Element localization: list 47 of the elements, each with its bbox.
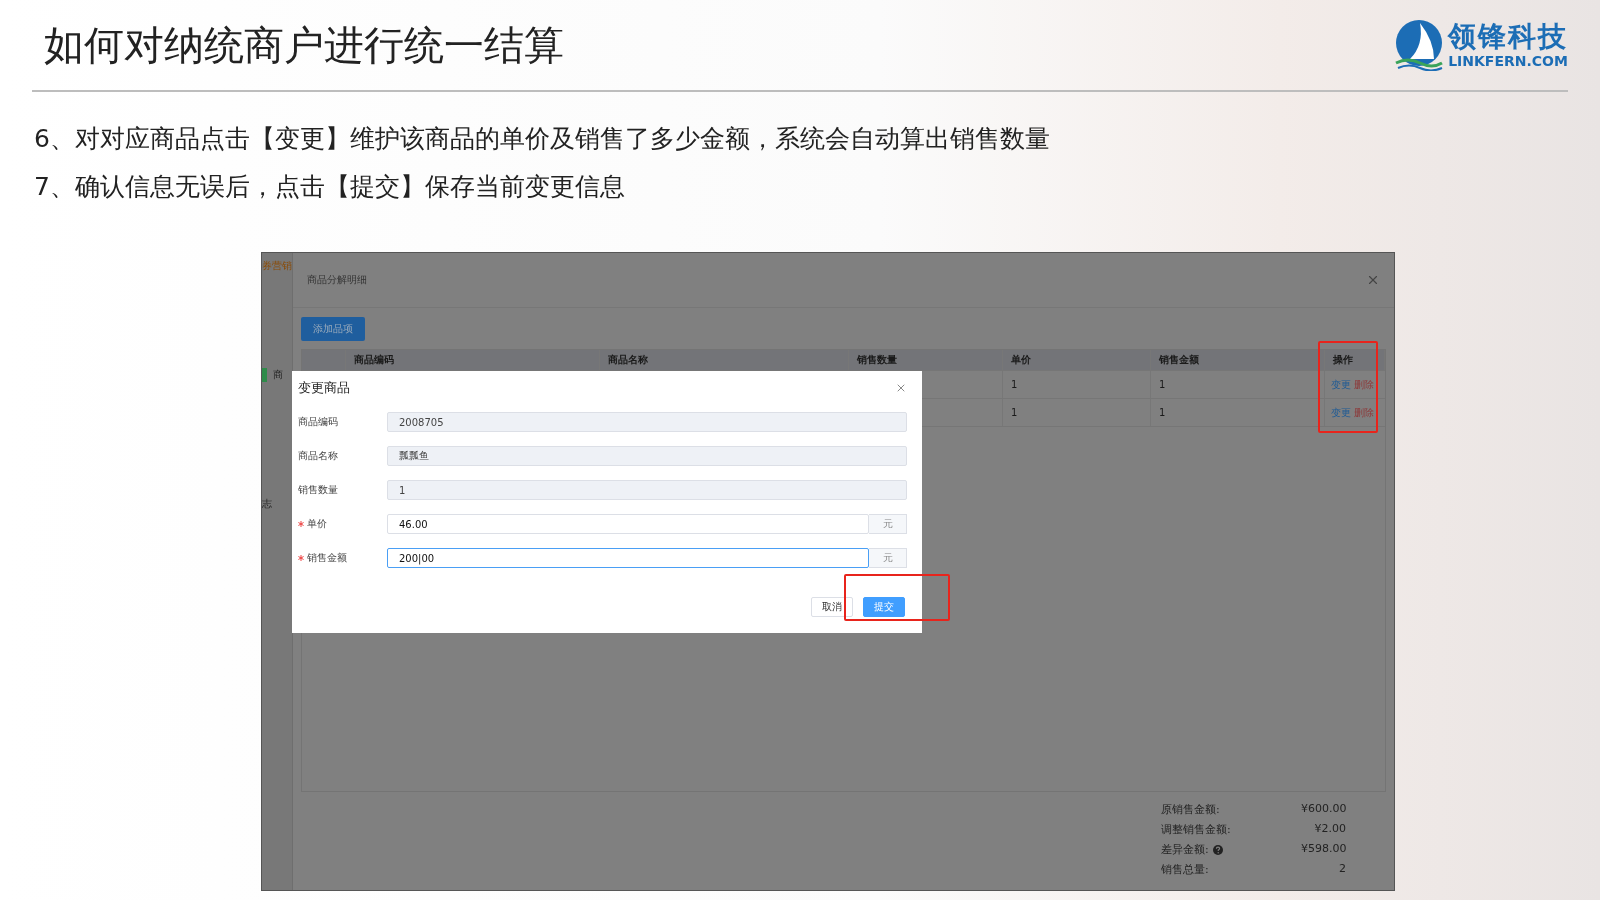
table-cell: 1	[1151, 399, 1325, 426]
required-mark-icon	[298, 555, 304, 561]
summary-label: 调整销售金额:	[1161, 822, 1231, 837]
summary-label: 原销售金额:	[1161, 802, 1220, 817]
summary-value: ¥600.00	[1301, 802, 1346, 817]
field-label: 单价	[298, 517, 387, 531]
help-icon[interactable]	[1212, 844, 1223, 855]
table-header-cell: 商品名称	[600, 350, 849, 370]
table-header-cell: 销售数量	[849, 350, 1003, 370]
input-field[interactable]: 46.00	[387, 514, 869, 534]
sidebar-item[interactable]: 商	[262, 368, 283, 382]
table-header-cell: 销售金额	[1151, 350, 1325, 370]
summary-label: 销售总量:	[1161, 862, 1209, 877]
table-header-cell: 单价	[1003, 350, 1151, 370]
table-cell: 1	[1151, 371, 1325, 398]
required-mark-icon	[298, 521, 304, 527]
unit-suffix: 元	[869, 548, 907, 568]
delete-link[interactable]: 删除	[1354, 405, 1374, 420]
table-cell: 1	[1003, 371, 1151, 398]
slide-title: 如何对纳统商户进行统一结算	[44, 20, 564, 70]
field-label: 销售金额	[298, 551, 387, 565]
sailboat-logo-icon	[1394, 19, 1444, 71]
step-text: 7、确认信息无误后，点击【提交】保存当前变更信息	[34, 172, 626, 202]
table-header-cell: 操作	[1325, 350, 1385, 370]
dialog-title: 变更商品	[298, 379, 350, 397]
submit-button[interactable]: 提交	[863, 597, 905, 617]
close-icon[interactable]	[895, 382, 907, 394]
add-item-button[interactable]: 添加品项	[301, 317, 365, 341]
dialog-title: 商品分解明细	[307, 273, 367, 287]
step-text: 6、对对应商品点击【变更】维护该商品的单价及销售了多少金额，系统会自动算出销售数量	[34, 124, 1051, 154]
summary-label: 差异金额:	[1161, 842, 1209, 857]
field-label: 商品编码	[298, 415, 339, 429]
unit-suffix: 元	[869, 514, 907, 534]
field-label: 销售数量	[298, 483, 339, 497]
delete-link[interactable]: 删除	[1354, 377, 1374, 392]
cancel-button[interactable]: 取消	[811, 597, 853, 617]
logo-domain: LINKFERN.COM	[1448, 53, 1568, 69]
summary-value: 2	[1338, 862, 1346, 877]
table-cell: 1	[1003, 399, 1151, 426]
input-field[interactable]: 200|00	[387, 548, 869, 568]
field-label: 商品名称	[298, 449, 339, 463]
logo-name: 领锋科技	[1448, 21, 1568, 53]
summary-value: ¥598.00	[1301, 842, 1346, 857]
table-header-cell: 商品编码	[346, 350, 600, 370]
close-icon[interactable]	[1366, 273, 1380, 287]
sidebar-item[interactable]: 志	[262, 497, 272, 511]
summary-value: ¥2.00	[1313, 822, 1346, 837]
